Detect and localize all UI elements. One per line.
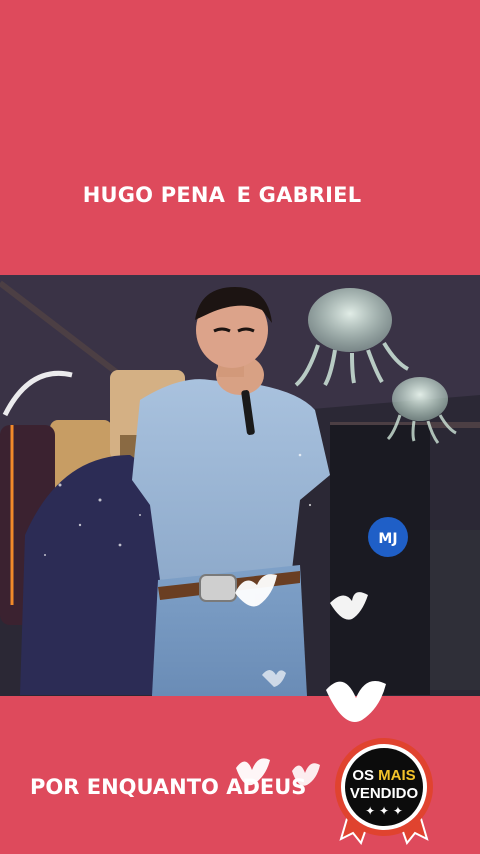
- stage-scene: MJ: [0, 275, 480, 696]
- video-frame[interactable]: MJ: [0, 275, 480, 696]
- artist-name-part2: E GABRIEL: [236, 183, 362, 207]
- badge-line1: OS MAIS: [352, 767, 416, 784]
- badge-stars: ✦ ✦ ✦: [365, 804, 403, 818]
- stage-logo-text: MJ: [378, 531, 397, 547]
- stage-logo: MJ: [368, 517, 408, 557]
- artist-name-part1: HUGO PENA: [82, 183, 226, 207]
- song-title: POR ENQUANTO ADEUS: [30, 775, 307, 799]
- butterfly-icon: [326, 681, 386, 722]
- best-seller-badge: OS MAIS VENDIDO ✦ ✦ ✦: [333, 735, 435, 846]
- video-title: HUGO PENA E GABRIEL: [0, 183, 444, 207]
- badge-line2: VENDIDO: [349, 785, 419, 802]
